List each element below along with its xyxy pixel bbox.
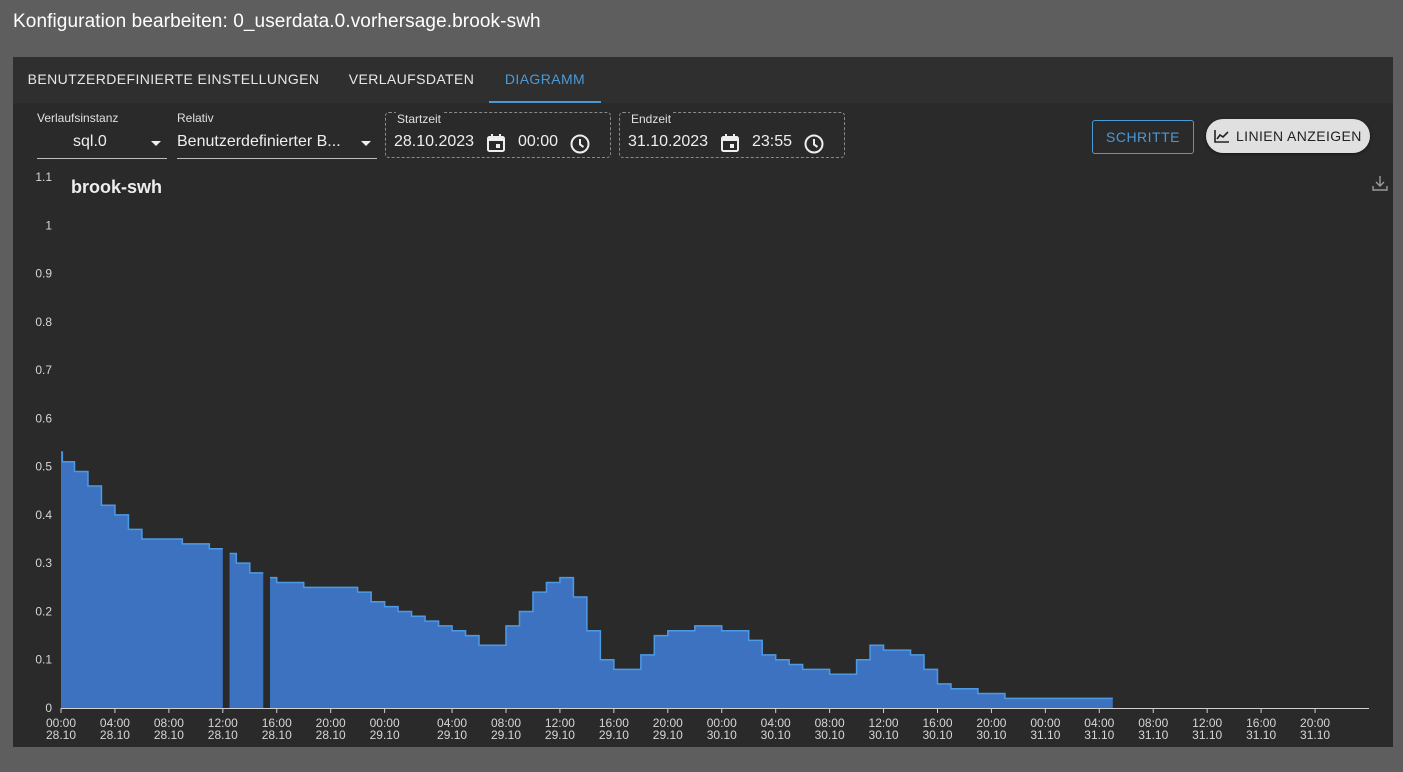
relative-value: Benutzerdefinierter B... — [177, 133, 341, 150]
x-tick-date-label: 31.10 — [1084, 728, 1114, 742]
x-tick-date-label: 31.10 — [1138, 728, 1168, 742]
download-icon[interactable] — [1371, 174, 1389, 197]
x-tick-time-label: 08:00 — [154, 716, 184, 730]
y-tick-label: 0.3 — [35, 556, 52, 570]
steps-button[interactable]: SCHRITTE — [1092, 120, 1194, 154]
dialog-panel: BENUTZERDEFINIERTE EINSTELLUNGEN VERLAUF… — [13, 57, 1393, 747]
calendar-icon[interactable] — [720, 133, 740, 158]
series-line — [61, 451, 223, 550]
x-tick-date-label: 30.10 — [815, 728, 845, 742]
tab-history-data[interactable]: VERLAUFSDATEN — [334, 57, 489, 103]
chart-title: brook-swh — [71, 177, 163, 197]
y-tick-label: 0.2 — [35, 604, 52, 618]
x-tick-time-label: 04:00 — [761, 716, 791, 730]
series-line — [229, 552, 264, 574]
tab-diagram[interactable]: DIAGRAMM — [489, 57, 601, 103]
x-tick-time-label: 20:00 — [1300, 716, 1330, 730]
x-tick-time-label: 16:00 — [262, 716, 292, 730]
x-tick-date-label: 29.10 — [653, 728, 683, 742]
series-area — [229, 553, 264, 708]
end-time-input[interactable]: 23:55 — [752, 133, 792, 151]
y-tick-label: 0.5 — [35, 460, 52, 474]
end-date-input[interactable]: 31.10.2023 — [628, 133, 708, 151]
x-tick-date-label: 28.10 — [316, 728, 346, 742]
calendar-icon[interactable] — [486, 133, 506, 158]
tab-bar: BENUTZERDEFINIERTE EINSTELLUNGEN VERLAUF… — [13, 57, 1393, 103]
y-tick-label: 0.7 — [35, 363, 52, 377]
series-area — [270, 577, 1113, 708]
y-tick-label: 0.1 — [35, 653, 52, 667]
series-line — [270, 576, 1113, 700]
x-tick-date-label: 29.10 — [491, 728, 521, 742]
x-tick-time-label: 12:00 — [869, 716, 899, 730]
x-tick-date-label: 30.10 — [869, 728, 899, 742]
x-tick-time-label: 04:00 — [1084, 716, 1114, 730]
x-tick-time-label: 04:00 — [437, 716, 467, 730]
x-tick-date-label: 29.10 — [370, 728, 400, 742]
instance-select[interactable]: sql.0 — [37, 128, 167, 159]
chevron-down-icon — [361, 141, 371, 146]
x-tick-time-label: 04:00 — [100, 716, 130, 730]
x-tick-time-label: 16:00 — [599, 716, 629, 730]
x-tick-time-label: 20:00 — [976, 716, 1006, 730]
x-tick-date-label: 29.10 — [437, 728, 467, 742]
x-tick-date-label: 31.10 — [1030, 728, 1060, 742]
x-tick-time-label: 00:00 — [1030, 716, 1060, 730]
y-tick-label: 0.6 — [35, 411, 52, 425]
start-date-input[interactable]: 28.10.2023 — [394, 133, 474, 151]
start-time-input[interactable]: 00:00 — [518, 133, 558, 151]
y-tick-label: 0.8 — [35, 315, 52, 329]
series-area — [61, 452, 223, 708]
dialog-title: Konfiguration bearbeiten: 0_userdata.0.v… — [13, 11, 541, 32]
y-tick-label: 0 — [45, 701, 52, 715]
x-tick-date-label: 29.10 — [599, 728, 629, 742]
x-tick-time-label: 12:00 — [208, 716, 238, 730]
end-time-label: Endzeit — [630, 112, 673, 126]
x-tick-time-label: 00:00 — [370, 716, 400, 730]
relative-select[interactable]: Benutzerdefinierter B... — [177, 128, 377, 159]
x-tick-date-label: 30.10 — [976, 728, 1006, 742]
chart-area: 00.10.20.30.40.50.60.70.80.911.100:0028.… — [35, 170, 1369, 742]
x-tick-time-label: 12:00 — [1192, 716, 1222, 730]
instance-value: sql.0 — [73, 133, 107, 150]
x-tick-time-label: 12:00 — [545, 716, 575, 730]
x-tick-date-label: 31.10 — [1246, 728, 1276, 742]
x-tick-time-label: 20:00 — [316, 716, 346, 730]
y-tick-label: 0.4 — [35, 508, 52, 522]
x-tick-time-label: 20:00 — [653, 716, 683, 730]
x-tick-date-label: 30.10 — [922, 728, 952, 742]
line-chart-icon — [1214, 130, 1229, 143]
clock-icon[interactable] — [804, 134, 824, 159]
x-tick-time-label: 08:00 — [491, 716, 521, 730]
instance-label: Verlaufsinstanz — [37, 111, 119, 125]
x-tick-date-label: 31.10 — [1300, 728, 1330, 742]
x-tick-date-label: 28.10 — [100, 728, 130, 742]
show-lines-button[interactable]: LINIEN ANZEIGEN — [1206, 119, 1370, 153]
y-tick-label: 1 — [45, 218, 52, 232]
x-tick-time-label: 08:00 — [815, 716, 845, 730]
show-lines-label: LINIEN ANZEIGEN — [1236, 128, 1362, 144]
y-tick-label: 0.9 — [35, 267, 52, 281]
x-tick-date-label: 28.10 — [154, 728, 184, 742]
start-time-group: Startzeit 28.10.2023 00:00 — [385, 112, 611, 158]
x-tick-date-label: 31.10 — [1192, 728, 1222, 742]
chevron-down-icon — [151, 141, 161, 146]
x-tick-time-label: 08:00 — [1138, 716, 1168, 730]
y-tick-label: 1.1 — [35, 170, 52, 184]
x-tick-date-label: 30.10 — [761, 728, 791, 742]
x-tick-time-label: 00:00 — [707, 716, 737, 730]
x-tick-date-label: 29.10 — [545, 728, 575, 742]
clock-icon[interactable] — [570, 134, 590, 159]
x-tick-time-label: 00:00 — [46, 716, 76, 730]
x-tick-date-label: 28.10 — [46, 728, 76, 742]
start-time-label: Startzeit — [396, 112, 443, 126]
end-time-group: Endzeit 31.10.2023 23:55 — [619, 112, 845, 158]
relative-label: Relativ — [177, 111, 214, 125]
x-tick-time-label: 16:00 — [1246, 716, 1276, 730]
x-tick-date-label: 30.10 — [707, 728, 737, 742]
x-tick-date-label: 28.10 — [262, 728, 292, 742]
x-tick-date-label: 28.10 — [208, 728, 238, 742]
tab-custom-settings[interactable]: BENUTZERDEFINIERTE EINSTELLUNGEN — [13, 57, 334, 103]
x-tick-time-label: 16:00 — [922, 716, 952, 730]
